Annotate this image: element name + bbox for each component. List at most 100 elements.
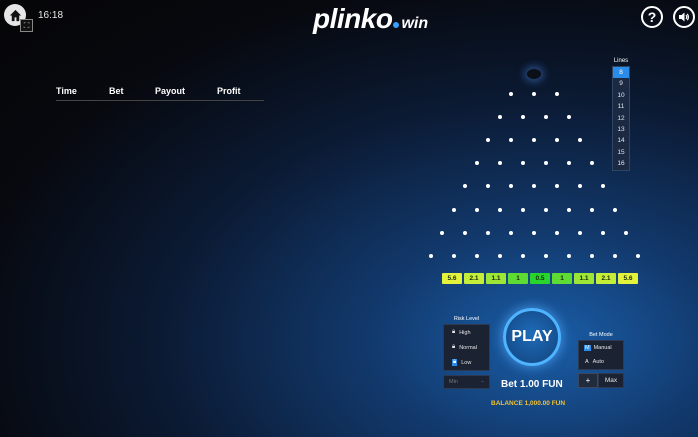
peg (497, 207, 502, 212)
lines-title: Lines (613, 58, 629, 64)
lines-option[interactable]: 11 (613, 101, 629, 112)
bet-mode-manual[interactable]: M Manual (579, 341, 623, 355)
peg (463, 184, 467, 189)
bet-mode-auto[interactable]: A Auto (579, 355, 623, 369)
history-col-payout: Payout (155, 86, 186, 96)
fullscreen-icon[interactable]: ⛶ (20, 19, 33, 32)
manual-icon: M (584, 345, 591, 351)
logo-dot (393, 22, 400, 28)
bet-mode-title: Bet Mode (589, 332, 613, 338)
multiplier-slot: 1.1 (574, 273, 594, 284)
multiplier-slots: 5.6 2.1 1.1 1 0.5 1 1.1 2.1 5.6 (442, 273, 638, 284)
peg (509, 184, 513, 189)
multiplier-slot: 0.5 (530, 273, 550, 284)
peg (543, 253, 548, 258)
risk-level-panel: Risk Level 🔒︎ High 🔒︎ Normal 🔒︎ Low Min … (443, 316, 490, 389)
multiplier-slot: 2.1 (596, 273, 616, 284)
lines-option[interactable]: 14 (613, 135, 629, 146)
lines-option[interactable]: 16 (613, 158, 629, 169)
lines-list: 8 9 10 11 12 13 14 15 16 (612, 66, 630, 171)
peg (589, 253, 594, 258)
peg (486, 184, 490, 189)
multiplier-slot: 1 (508, 273, 528, 284)
history-header: Time Bet Payout Profit (56, 86, 264, 101)
minus-button[interactable]: − (481, 379, 484, 385)
multiplier-slot: 5.6 (442, 273, 462, 284)
peg (566, 115, 571, 120)
bet-mode-label: Manual (593, 345, 612, 351)
plus-button[interactable]: + (578, 373, 598, 388)
risk-option-low[interactable]: 🔒︎ Low (444, 355, 489, 370)
peg (612, 253, 617, 258)
peg (589, 207, 594, 212)
min-button[interactable]: Min (449, 379, 458, 385)
peg (543, 115, 548, 120)
multiplier-slot: 5.6 (618, 273, 638, 284)
history-col-time: Time (56, 86, 77, 96)
lines-option[interactable]: 10 (613, 90, 629, 101)
peg (497, 115, 502, 120)
peg (578, 138, 582, 143)
peg (624, 230, 628, 235)
risk-option-label: Low (461, 359, 472, 366)
peg (566, 161, 571, 166)
peg (520, 207, 525, 212)
peg (635, 253, 640, 258)
bet-increase-row: + Max (578, 373, 624, 388)
multiplier-slot: 1 (552, 273, 572, 284)
risk-option-label: Normal (459, 344, 477, 351)
peg (566, 253, 571, 258)
clock: 16:18 (38, 10, 64, 21)
peg (474, 161, 479, 166)
peg (578, 230, 582, 235)
peg (497, 253, 502, 258)
logo-main: plinko (313, 3, 393, 34)
peg (520, 115, 525, 120)
lock-icon: 🔒︎ (452, 344, 456, 350)
risk-option-high[interactable]: 🔒︎ High (444, 325, 489, 340)
peg (532, 230, 536, 235)
risk-title: Risk Level (453, 316, 480, 322)
peg (555, 92, 559, 96)
lock-icon: 🔒︎ (452, 359, 458, 366)
bet-history-table: Time Bet Payout Profit (56, 86, 264, 101)
multiplier-slot: 1.1 (486, 273, 506, 284)
peg (486, 230, 490, 235)
peg (589, 161, 594, 166)
speaker-icon (679, 12, 689, 22)
help-button[interactable]: ? (641, 6, 663, 28)
max-button[interactable]: Max (598, 373, 624, 388)
sound-button[interactable] (673, 6, 695, 28)
play-button[interactable]: PLAY (503, 308, 561, 366)
lines-selector: Lines 8 9 10 11 12 13 14 15 16 (612, 58, 630, 171)
risk-option-label: High (459, 329, 471, 336)
peg (486, 138, 490, 143)
peg (555, 138, 559, 143)
history-col-profit: Profit (217, 86, 241, 96)
lines-option[interactable]: 12 (613, 113, 629, 124)
lock-icon: 🔒︎ (452, 329, 456, 335)
peg (532, 138, 536, 143)
lines-option[interactable]: 9 (613, 78, 629, 89)
lines-option[interactable]: 13 (613, 124, 629, 135)
peg (555, 184, 559, 189)
logo-suffix: win (401, 15, 429, 32)
top-bar: ⛶ 16:18 plinko win ? (0, 0, 698, 36)
peg (474, 253, 479, 258)
bet-decrease-row: Min − (443, 375, 490, 389)
bet-amount: Bet 1.00 FUN (501, 379, 563, 390)
peg (612, 207, 617, 212)
peg (601, 184, 605, 189)
peg (543, 161, 548, 166)
peg (509, 230, 513, 235)
peg (463, 230, 467, 235)
risk-option-normal[interactable]: 🔒︎ Normal (444, 340, 489, 355)
peg (440, 230, 444, 235)
peg (451, 207, 456, 212)
peg (520, 253, 525, 258)
lines-option[interactable]: 8 (613, 67, 629, 79)
lines-option[interactable]: 15 (613, 147, 629, 158)
risk-options: 🔒︎ High 🔒︎ Normal 🔒︎ Low (443, 324, 490, 371)
bet-mode-panel: Bet Mode M Manual A Auto + Max (578, 332, 624, 388)
peg (578, 184, 582, 189)
